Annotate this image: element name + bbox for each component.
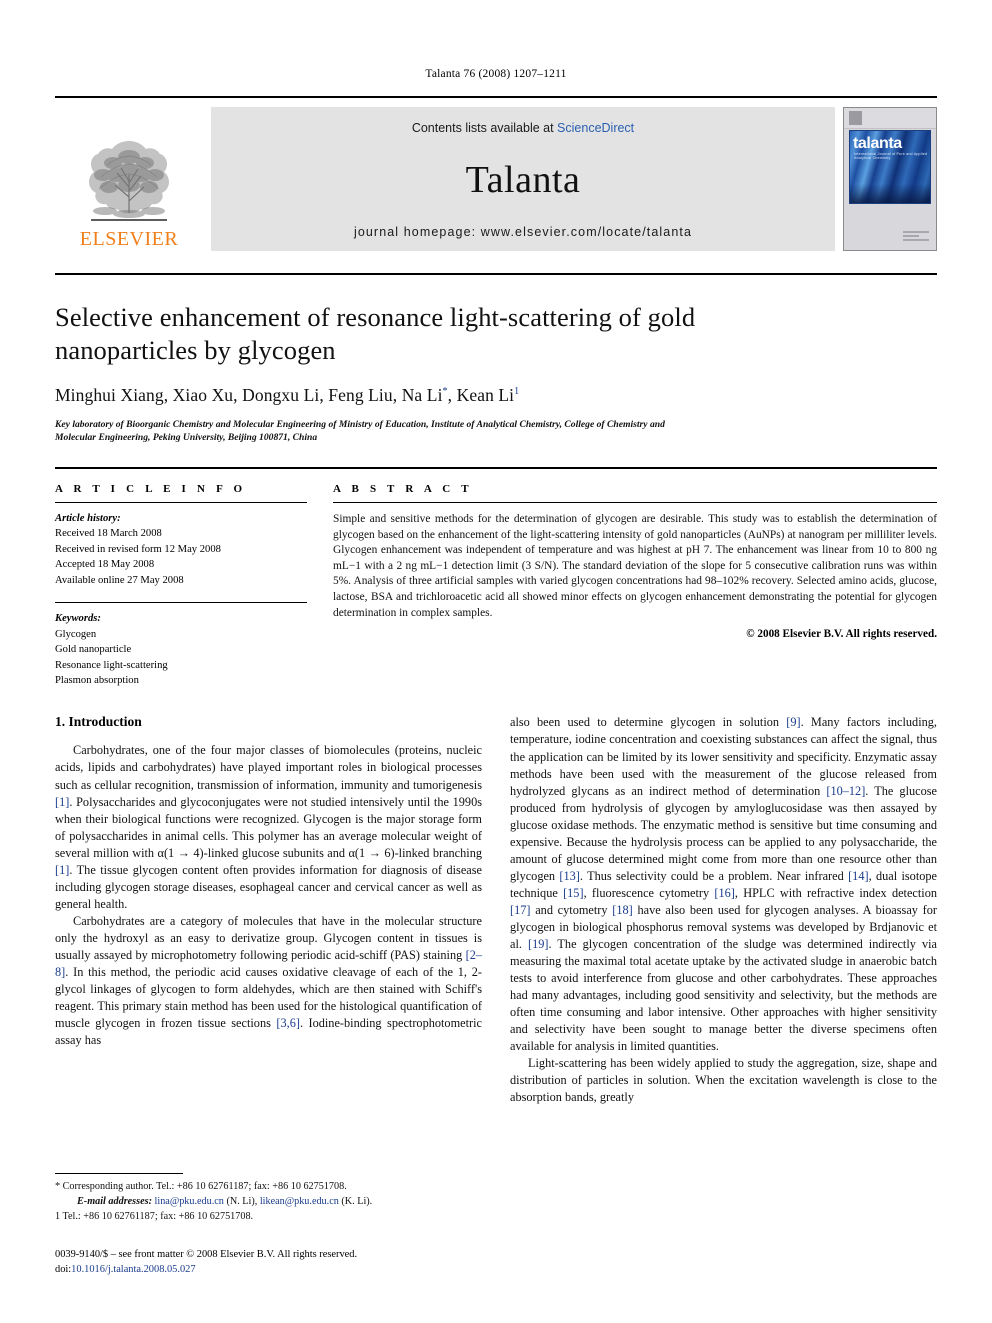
keyword-item: Plasmon absorption	[55, 675, 139, 687]
abstract-heading: A B S T R A C T	[333, 482, 473, 495]
citation-reference[interactable]: [1]	[55, 863, 69, 877]
email-owner-kean-li: (K. Li).	[341, 1196, 373, 1208]
citation-reference[interactable]: [10–12]	[826, 784, 865, 798]
page-title: Selective enhancement of resonance light…	[55, 302, 696, 365]
citation-reference[interactable]: [15]	[563, 886, 584, 900]
journal-cover-thumbnail[interactable]: talanta International Journal of Pure an…	[843, 107, 937, 251]
footnotes-block: * Corresponding author. Tel.: +86 10 627…	[55, 1173, 485, 1278]
cover-publisher-icon	[849, 111, 862, 125]
abstract-divider	[333, 501, 937, 503]
citation-reference[interactable]: [13]	[559, 869, 580, 883]
journal-homepage-link[interactable]: journal homepage: www.elsevier.com/locat…	[354, 225, 692, 239]
author-affiliation: Key laboratory of Bioorganic Chemistry a…	[55, 418, 665, 444]
sciencedirect-link[interactable]: ScienceDirect	[557, 121, 634, 135]
history-item: Accepted 18 May 2008	[55, 559, 155, 571]
keywords-divider	[55, 602, 307, 604]
history-item: Received in revised form 12 May 2008	[55, 543, 221, 555]
running-head: Talanta 76 (2008) 1207–1211	[425, 68, 567, 80]
journal-article-page: Talanta 76 (2008) 1207–1211 ELSEVIER Con…	[0, 0, 992, 1323]
paragraph: Light-scattering has been widely applied…	[510, 1055, 937, 1104]
contents-available-line: Contents lists available at ScienceDirec…	[412, 121, 634, 135]
elsevier-logo: ELSEVIER	[55, 107, 203, 251]
email-footnote: E-mail addresses: lina@pku.edu.cn (N. Li…	[55, 1195, 485, 1210]
keywords-group: Keywords: Glycogen Gold nanoparticle Res…	[55, 611, 307, 688]
abstract-copyright: © 2008 Elsevier B.V. All rights reserved…	[746, 628, 937, 641]
article-info-divider	[55, 501, 307, 503]
paragraph: Carbohydrates, one of the four major cla…	[55, 743, 482, 911]
citation-reference[interactable]: [19]	[528, 937, 549, 951]
citation-reference[interactable]: [1]	[55, 795, 69, 809]
journal-title: Talanta	[465, 159, 581, 201]
email-link-na-li[interactable]: lina@pku.edu.cn	[155, 1196, 224, 1207]
cover-journal-subtitle: International Journal of Pure and Applie…	[854, 152, 928, 160]
article-info-column: A R T I C L E I N F O Article history: R…	[55, 483, 307, 689]
cover-footer-marks	[903, 231, 929, 244]
doi-label: doi:	[55, 1264, 72, 1276]
paragraph: also been used to determine glycogen in …	[510, 715, 938, 1053]
citation-reference[interactable]: [16]	[714, 886, 735, 900]
footnote-divider	[55, 1173, 183, 1175]
section-heading-introduction: 1. Introduction	[55, 714, 142, 730]
abstract-column: A B S T R A C T Simple and sensitive met…	[333, 483, 937, 689]
history-item: Received 18 March 2008	[55, 528, 162, 540]
info-and-abstract: A R T I C L E I N F O Article history: R…	[55, 466, 937, 689]
issn-line: 0039-9140/$ – see front matter © 2008 El…	[55, 1248, 358, 1260]
abstract-text: Simple and sensitive methods for the det…	[333, 512, 937, 619]
article-history-group: Article history: Received 18 March 2008 …	[55, 511, 307, 588]
elsevier-tree-icon	[77, 135, 181, 227]
body-column-right: also been used to determine glycogen in …	[510, 714, 937, 1105]
author-list: Minghui Xiang, Xiao Xu, Dongxu Li, Feng …	[55, 385, 937, 406]
citation-reference[interactable]: [3,6]	[276, 1016, 300, 1030]
paragraph: Carbohydrates are a category of molecule…	[55, 913, 482, 1047]
keyword-item: Resonance light-scattering	[55, 659, 168, 671]
keywords-label: Keywords:	[55, 613, 101, 625]
citation-reference[interactable]: [18]	[612, 903, 633, 917]
citation-reference[interactable]: [14]	[848, 869, 869, 883]
author-footnote-1: 1 Tel.: +86 10 62761187; fax: +86 10 627…	[55, 1211, 254, 1222]
doi-link[interactable]: 10.1016/j.talanta.2008.05.027	[71, 1264, 195, 1275]
author-names: Minghui Xiang, Xiao Xu, Dongxu Li, Feng …	[55, 384, 443, 405]
author-footnote-marker: 1	[514, 385, 520, 397]
masthead-center-panel: Contents lists available at ScienceDirec…	[211, 107, 835, 251]
article-info-heading: A R T I C L E I N F O	[55, 482, 247, 495]
title-block: Selective enhancement of resonance light…	[55, 273, 937, 445]
keyword-item: Glycogen	[55, 628, 97, 640]
article-history-label: Article history:	[55, 512, 121, 524]
corresponding-author-footnote: * Corresponding author. Tel.: +86 10 627…	[55, 1181, 347, 1193]
email-owner-na-li: (N. Li),	[226, 1196, 258, 1208]
history-item: Available online 27 May 2008	[55, 574, 184, 586]
contents-prefix: Contents lists available at	[411, 121, 558, 135]
author-names-tail: , Kean Li	[447, 384, 515, 405]
keyword-item: Gold nanoparticle	[55, 644, 132, 656]
email-link-kean-li[interactable]: likean@pku.edu.cn	[260, 1196, 339, 1207]
article-body: 1. Introduction Carbohydrates, one of th…	[55, 714, 937, 1105]
email-addresses-label: E-mail addresses:	[77, 1196, 152, 1208]
citation-reference[interactable]: [9]	[786, 715, 800, 729]
body-column-left: 1. Introduction Carbohydrates, one of th…	[55, 714, 482, 1105]
elsevier-wordmark: ELSEVIER	[79, 228, 179, 250]
citation-reference[interactable]: [17]	[510, 903, 531, 917]
citation-reference[interactable]: [2–8]	[55, 948, 482, 979]
journal-masthead: ELSEVIER Contents lists available at Sci…	[55, 96, 937, 251]
cover-topbar	[844, 108, 936, 129]
cover-journal-title: talanta	[853, 135, 902, 152]
issn-copyright-block: 0039-9140/$ – see front matter © 2008 El…	[55, 1247, 485, 1278]
doi-line: doi:10.1016/j.talanta.2008.05.027	[55, 1262, 485, 1278]
